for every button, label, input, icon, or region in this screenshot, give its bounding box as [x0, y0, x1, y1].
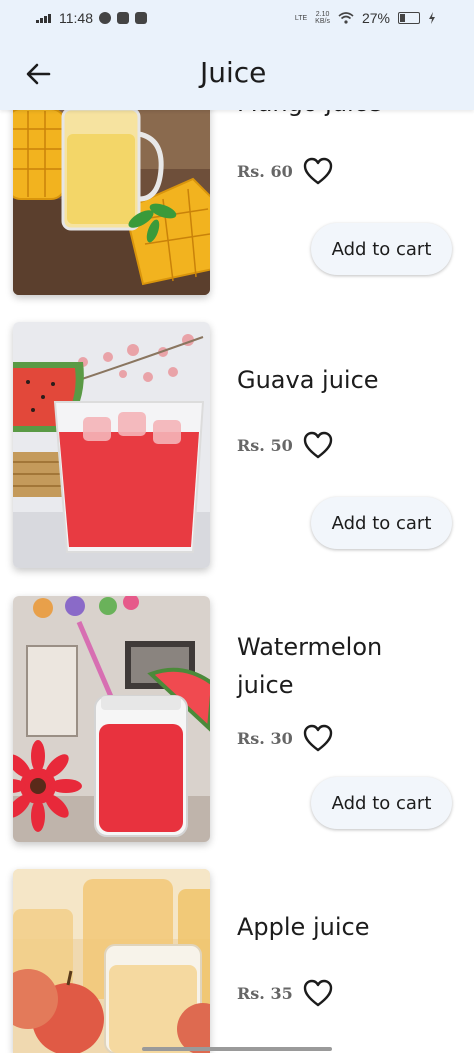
add-to-cart-button[interactable]: Add to cart	[311, 497, 452, 549]
network-speed-value: 2.10	[315, 11, 330, 18]
status-bar-right: LTE 2.10 KB/s 27%	[295, 10, 436, 26]
notification-icon	[99, 12, 111, 24]
item-name: Apple juice	[237, 913, 370, 941]
item-name: Guava juice	[237, 366, 379, 394]
favorite-icon[interactable]	[303, 431, 333, 459]
signal-icon	[36, 13, 51, 23]
favorite-icon[interactable]	[303, 157, 333, 185]
add-to-cart-button[interactable]: Add to cart	[311, 777, 452, 829]
back-button[interactable]	[20, 56, 56, 92]
item-price: Rs. 30	[237, 729, 293, 748]
charging-icon	[429, 12, 435, 24]
wifi-icon	[338, 12, 354, 24]
battery-icon	[398, 12, 420, 24]
favorite-icon[interactable]	[303, 724, 333, 752]
network-speed: 2.10 KB/s	[315, 11, 330, 25]
favorite-icon[interactable]	[303, 979, 333, 1007]
item-price: Rs. 60	[237, 162, 293, 181]
watermelon-juice-image[interactable]	[13, 596, 210, 842]
mail-icon	[117, 12, 129, 24]
message-icon	[135, 12, 147, 24]
guava-juice-image[interactable]	[13, 322, 210, 568]
arrow-back-icon	[26, 63, 51, 85]
item-price: Rs. 50	[237, 436, 293, 455]
item-name: Watermelon juice	[237, 633, 383, 699]
status-bar: 11:48 LTE 2.10 KB/s 27%	[0, 0, 474, 38]
app-bar: Juice	[0, 38, 474, 110]
battery-percent: 27%	[361, 10, 390, 26]
status-time: 11:48	[59, 10, 93, 26]
item-price: Rs. 35	[237, 984, 293, 1003]
network-type: LTE	[294, 14, 308, 22]
home-indicator[interactable]	[142, 1047, 332, 1051]
add-to-cart-button[interactable]: Add to cart	[311, 223, 452, 275]
status-bar-left: 11:48	[36, 10, 147, 26]
juice-list: Mango juice Rs. 60 Add to cart	[0, 0, 474, 1053]
apple-juice-image[interactable]	[13, 869, 210, 1053]
network-speed-unit: KB/s	[315, 18, 330, 25]
page-title: Juice	[200, 56, 267, 89]
